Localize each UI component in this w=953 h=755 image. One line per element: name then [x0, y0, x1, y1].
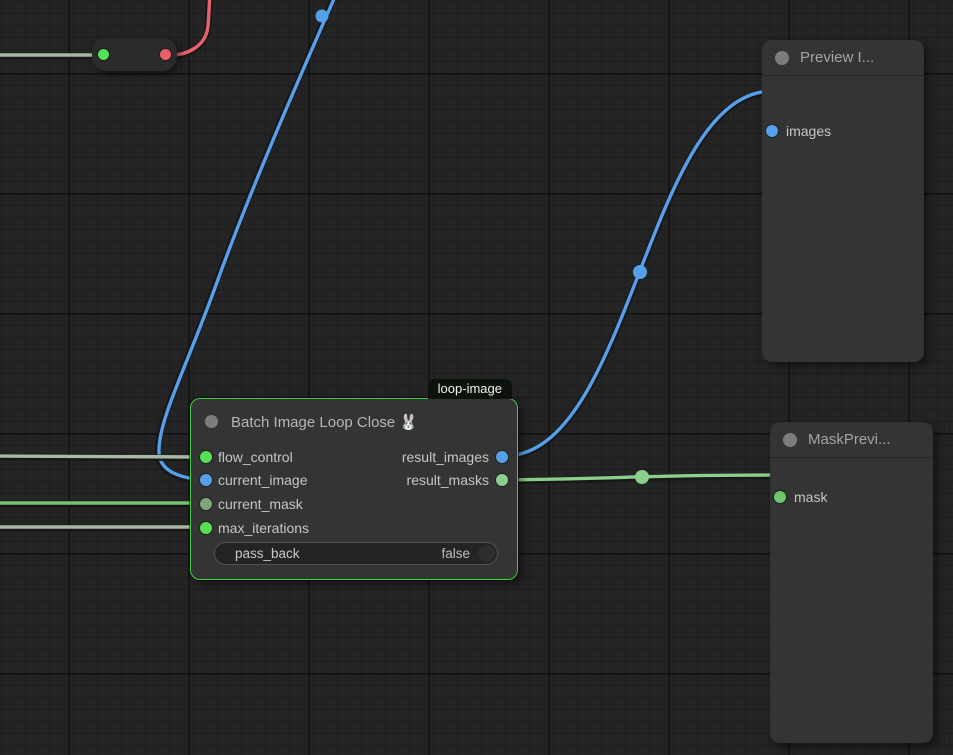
input-row: max_iterations — [191, 517, 517, 539]
input-row: current_mask — [191, 493, 517, 515]
collapse-dot-icon[interactable] — [775, 51, 789, 65]
collapse-dot-icon[interactable] — [205, 415, 218, 428]
node-title: Preview I... — [800, 40, 874, 76]
widget-value: false — [441, 543, 470, 564]
images-input-port[interactable] — [766, 125, 778, 137]
wire-into-flow-control — [0, 456, 203, 457]
node-header[interactable]: Preview I... — [762, 40, 924, 76]
reroute-output-port[interactable] — [160, 49, 171, 60]
input-row: images — [762, 120, 924, 142]
link-midpoint-dot[interactable] — [316, 10, 329, 23]
mask-preview-node[interactable]: MaskPrevi... mask — [770, 422, 933, 743]
output-label: result_masks — [407, 469, 489, 491]
input-label: current_mask — [218, 493, 303, 515]
reroute-input-port[interactable] — [98, 49, 109, 60]
result-masks-output-port[interactable] — [496, 474, 508, 486]
input-label: max_iterations — [218, 517, 309, 539]
node-title: Batch Image Loop Close 🐰 — [231, 405, 418, 441]
widget-label: pass_back — [235, 543, 300, 564]
group-badge: loop-image — [428, 379, 512, 399]
node-header[interactable]: Batch Image Loop Close 🐰 — [191, 399, 517, 435]
pass-back-widget[interactable]: pass_back false — [214, 542, 498, 565]
input-label: mask — [794, 486, 827, 508]
link-midpoint-dot[interactable] — [635, 470, 649, 484]
collapse-dot-icon[interactable] — [783, 433, 797, 447]
collapsed-reroute-node[interactable] — [92, 38, 177, 71]
preview-image-node[interactable]: Preview I... images — [762, 40, 924, 362]
node-header[interactable]: MaskPrevi... — [770, 422, 933, 458]
link-midpoint-dot[interactable] — [633, 265, 647, 279]
toggle-knob[interactable] — [478, 545, 495, 562]
output-row: result_images — [191, 446, 517, 468]
max-iterations-input-port[interactable] — [200, 522, 212, 534]
node-title: MaskPrevi... — [808, 422, 891, 458]
current-mask-input-port[interactable] — [200, 498, 212, 510]
mask-input-port[interactable] — [774, 491, 786, 503]
output-row: result_masks — [191, 469, 517, 491]
output-label: result_images — [402, 446, 489, 468]
result-images-output-port[interactable] — [496, 451, 508, 463]
batch-image-loop-close-node[interactable]: loop-image Batch Image Loop Close 🐰 flow… — [190, 398, 518, 580]
node-graph-canvas[interactable]: { "colors": { "wire_blue": "#55a0e8", "w… — [0, 0, 953, 755]
input-label: images — [786, 120, 831, 142]
input-row: mask — [770, 486, 933, 508]
